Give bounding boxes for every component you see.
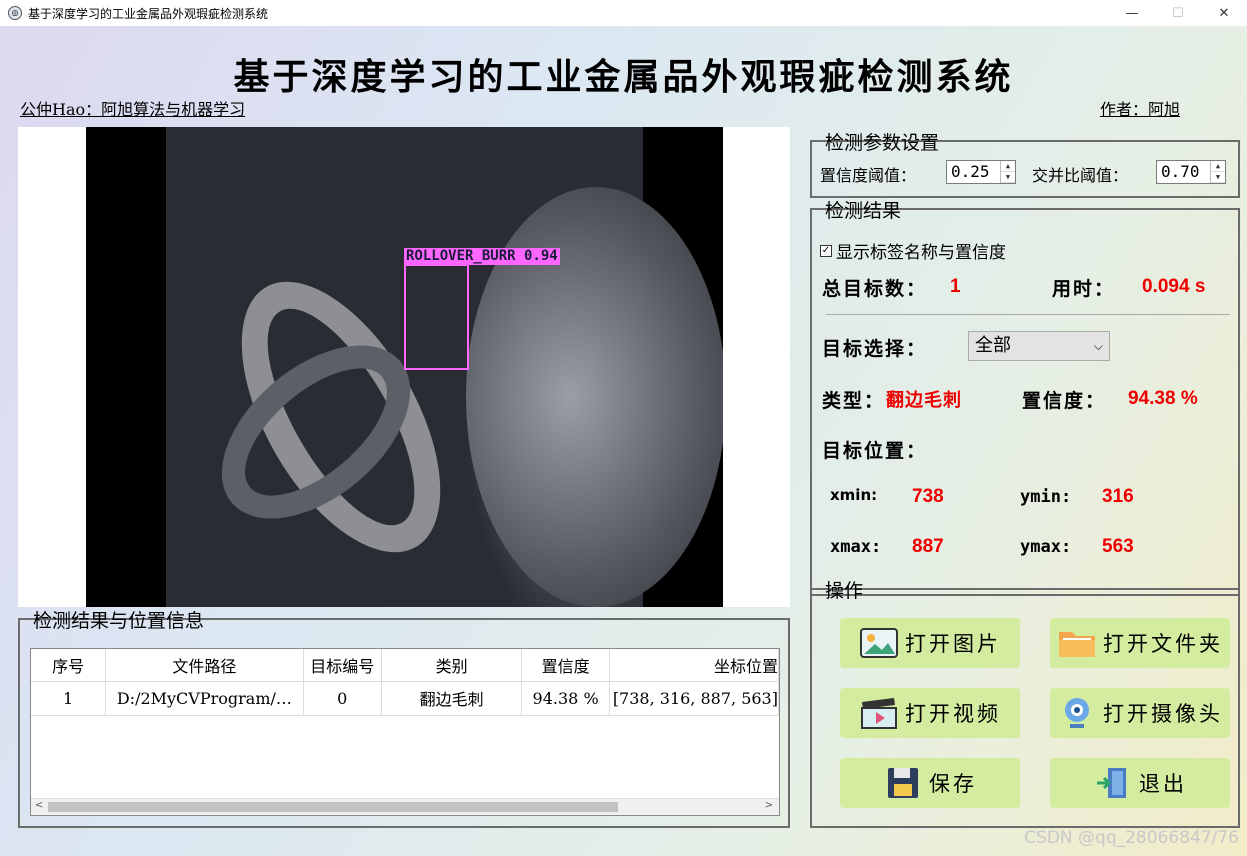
exit-button[interactable]: 退出 <box>1050 758 1230 808</box>
table-cell[interactable]: 翻边毛刺 <box>381 681 523 716</box>
conf-spin-arrows[interactable]: ▲ ▼ <box>1000 161 1015 183</box>
confidence-label: 置信度： <box>1022 390 1107 412</box>
param-settings-group: 检测参数设置 置信度阈值： 0.25 ▲ ▼ 交并比阈值： 0.70 ▲ ▼ <box>810 132 1240 198</box>
checkbox-checked-icon[interactable]: ✓ <box>820 244 832 257</box>
table-header-row: 序号 文件路径 目标编号 类别 置信度 坐标位置 <box>31 649 779 682</box>
open-image-button[interactable]: 打开图片 <box>840 618 1020 668</box>
type-label: 类型： <box>822 390 886 412</box>
xmin-label: xmin: <box>830 486 878 504</box>
detection-bounding-box <box>404 264 469 370</box>
column-header[interactable]: 坐标位置 <box>609 649 779 682</box>
open-folder-label: 打开文件夹 <box>1103 632 1223 656</box>
app-icon: ◎ <box>8 6 22 20</box>
open-folder-button[interactable]: 打开文件夹 <box>1050 618 1230 668</box>
target-select-value[interactable]: 全部 <box>975 335 1011 356</box>
open-video-button[interactable]: 打开视频 <box>840 688 1020 738</box>
results-table[interactable]: 序号 文件路径 目标编号 类别 置信度 坐标位置 1 D:/2MyCVProgr… <box>30 648 780 816</box>
open-video-label: 打开视频 <box>905 702 1001 726</box>
maximize-button[interactable]: ☐ <box>1155 0 1201 26</box>
column-header[interactable]: 序号 <box>31 649 107 682</box>
window-controls: — ☐ ✕ <box>1109 0 1247 26</box>
xmax-value: 887 <box>912 536 944 557</box>
results-divider <box>826 314 1230 315</box>
results-table-title: 检测结果与位置信息 <box>33 610 205 632</box>
author-caption-left: 公仲Hao：阿旭算法与机器学习 <box>20 100 246 119</box>
ymin-label: ymin: <box>1020 487 1072 507</box>
conf-threshold-value[interactable]: 0.25 <box>951 162 990 181</box>
open-camera-label: 打开摄像头 <box>1103 702 1223 726</box>
total-targets-label: 总目标数： <box>822 278 928 300</box>
horizontal-scrollbar[interactable]: < > <box>31 798 779 815</box>
target-position-label: 目标位置： <box>822 440 928 462</box>
column-header[interactable]: 类别 <box>381 649 523 682</box>
target-select-label: 目标选择： <box>822 338 928 360</box>
type-value: 翻边毛刺 <box>886 390 962 411</box>
author-caption-right: 作者：阿旭 <box>1100 100 1181 119</box>
ymax-value: 563 <box>1102 536 1134 557</box>
table-cell[interactable]: 94.38 % <box>521 681 610 716</box>
image-icon <box>859 626 899 660</box>
scroll-left-icon[interactable]: < <box>35 800 43 811</box>
time-label: 用时： <box>1052 278 1116 300</box>
xmax-label: xmax: <box>830 537 882 557</box>
operations-title: 操作 <box>825 580 864 602</box>
close-button[interactable]: ✕ <box>1201 0 1247 26</box>
show-labels-text: 显示标签名称与置信度 <box>836 243 1006 263</box>
conf-threshold-label: 置信度阈值： <box>820 166 917 185</box>
iou-threshold-label: 交并比阈值： <box>1032 166 1129 185</box>
column-header[interactable]: 目标编号 <box>303 649 382 682</box>
window-titlebar: ◎ 基于深度学习的工业金属品外观瑕疵检测系统 — ☐ ✕ <box>0 0 1247 26</box>
minimize-button[interactable]: — <box>1109 0 1155 26</box>
chevron-down-icon[interactable]: ⌵ <box>1094 332 1103 360</box>
confidence-value: 94.38 % <box>1128 388 1198 409</box>
show-labels-checkbox[interactable]: ✓ 显示标签名称与置信度 <box>820 238 1006 263</box>
param-settings-title: 检测参数设置 <box>825 132 940 154</box>
image-frame: ROLLOVER_BURR 0.94 <box>86 127 723 607</box>
app-client: 基于深度学习的工业金属品外观瑕疵检测系统 公仲Hao：阿旭算法与机器学习 作者：… <box>0 26 1247 856</box>
iou-threshold-value[interactable]: 0.70 <box>1161 162 1200 181</box>
conf-threshold-spinbox[interactable]: 0.25 ▲ ▼ <box>946 160 1016 184</box>
iou-spin-arrows[interactable]: ▲ ▼ <box>1210 161 1225 183</box>
video-clapper-icon <box>859 696 899 730</box>
xmin-value: 738 <box>912 486 944 507</box>
exit-door-icon <box>1093 766 1133 800</box>
save-label: 保存 <box>929 772 977 796</box>
window-title: 基于深度学习的工业金属品外观瑕疵检测系统 <box>28 6 269 21</box>
target-select-dropdown[interactable]: 全部 ⌵ <box>968 331 1110 361</box>
column-header[interactable]: 文件路径 <box>105 649 304 682</box>
ymax-label: ymax: <box>1020 537 1072 557</box>
scrollbar-thumb[interactable] <box>48 802 618 812</box>
save-button[interactable]: 保存 <box>840 758 1020 808</box>
results-table-grid: 序号 文件路径 目标编号 类别 置信度 坐标位置 1 D:/2MyCVProgr… <box>31 649 779 716</box>
detection-results-group: 检测结果 ✓ 显示标签名称与置信度 总目标数： 1 用时： 0.094 s 目标… <box>810 200 1240 596</box>
inspected-metal-image: ROLLOVER_BURR 0.94 <box>166 127 723 607</box>
scroll-right-icon[interactable]: > <box>765 800 773 811</box>
column-header[interactable]: 置信度 <box>521 649 610 682</box>
time-value: 0.094 s <box>1142 276 1206 297</box>
total-targets-value: 1 <box>950 276 961 297</box>
table-cell[interactable]: 1 <box>31 681 107 716</box>
open-image-label: 打开图片 <box>905 632 1001 656</box>
open-camera-button[interactable]: 打开摄像头 <box>1050 688 1230 738</box>
image-display-panel: ROLLOVER_BURR 0.94 <box>18 127 790 607</box>
table-cell[interactable]: D:/2MyCVProgram/… <box>105 681 304 716</box>
exit-label: 退出 <box>1139 772 1187 796</box>
ymin-value: 316 <box>1102 486 1134 507</box>
detection-label: ROLLOVER_BURR 0.94 <box>404 248 560 265</box>
table-row[interactable]: 1 D:/2MyCVProgram/… 0 翻边毛刺 94.38 % [738,… <box>31 681 779 716</box>
page-title: 基于深度学习的工业金属品外观瑕疵检测系统 <box>233 56 1014 98</box>
iou-threshold-spinbox[interactable]: 0.70 ▲ ▼ <box>1156 160 1226 184</box>
table-cell[interactable]: [738, 316, 887, 563] <box>609 681 779 716</box>
table-cell[interactable]: 0 <box>303 681 382 716</box>
floppy-save-icon <box>883 766 923 800</box>
webcam-icon <box>1057 696 1097 730</box>
detection-results-title: 检测结果 <box>825 200 902 222</box>
watermark: CSDN @qq_28066847/76 <box>1024 828 1239 848</box>
folder-icon <box>1057 626 1097 660</box>
